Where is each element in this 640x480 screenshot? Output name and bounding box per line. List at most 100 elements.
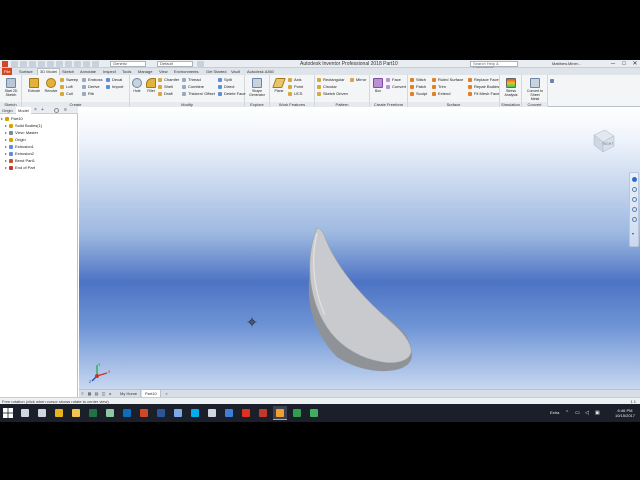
ucs-button[interactable]: UCS [288, 90, 302, 97]
tab-autodesk-a360[interactable]: Autodesk A360 [245, 68, 276, 75]
stitch-button[interactable]: Stitch [410, 76, 426, 83]
next-window-icon[interactable]: ▸ [107, 390, 114, 397]
cascade-icon[interactable]: ▤ [93, 390, 100, 397]
tab-inspect[interactable]: Inspect [101, 68, 118, 75]
import-button[interactable]: Import [106, 83, 123, 90]
orbit-icon[interactable] [632, 207, 637, 212]
browser-close-icon[interactable]: × [34, 107, 37, 114]
tray-text[interactable]: Extra [550, 404, 559, 422]
ribbon-display-toggle[interactable] [550, 76, 554, 83]
taskbar-chrome-button[interactable] [52, 406, 66, 420]
taskbar-photos-button[interactable] [103, 406, 117, 420]
tab-tools[interactable]: Tools [120, 68, 133, 75]
graphics-viewport[interactable]: RIGHT ▾ Y X Z [79, 107, 640, 389]
tab-manage[interactable]: Manage [136, 68, 154, 75]
taskbar-task-view-button[interactable] [35, 406, 49, 420]
measure-icon[interactable] [92, 61, 99, 67]
ruled-surface-button[interactable]: Ruled Surface [432, 76, 463, 83]
taskbar-outlook-button[interactable] [120, 406, 134, 420]
stress-analysis-button[interactable]: Stress Analysis [502, 77, 520, 99]
extend-button[interactable]: Extend [432, 90, 450, 97]
face-button[interactable]: Face [386, 76, 401, 83]
close-button[interactable]: ✕ [630, 60, 640, 68]
box-button[interactable]: Box [369, 77, 387, 99]
tree-expand-icon[interactable]: ▸ [5, 157, 7, 164]
taskbar-acrobat-button[interactable] [239, 406, 253, 420]
inventor-app-icon[interactable] [2, 61, 8, 67]
tab-3d-model[interactable]: 3D Model [37, 68, 61, 75]
loft-button[interactable]: Loft [60, 83, 73, 90]
convert-freeform-button[interactable]: Convert [386, 83, 406, 90]
tree-node[interactable]: ▸ End of Part [1, 164, 77, 171]
combine-button[interactable]: Combine [182, 83, 204, 90]
chamfer-button[interactable]: Chamfer [158, 76, 179, 83]
taskbar-search-button[interactable] [18, 406, 32, 420]
sketch-driven-pattern-button[interactable]: Sketch Driven [317, 90, 348, 97]
axis-button[interactable]: Axis [288, 76, 302, 83]
tree-expand-icon[interactable]: ▸ [5, 143, 7, 150]
tree-expand-icon[interactable]: ▸ [1, 115, 3, 122]
circular-pattern-button[interactable]: Circular [317, 83, 337, 90]
undo-icon[interactable] [38, 61, 45, 67]
taskbar-clock[interactable]: 6:46 PM 10/15/2017 [612, 408, 638, 418]
browser-menu-icon[interactable]: ≡ [64, 107, 67, 114]
fit-mesh-face-button[interactable]: Fit Mesh Face [468, 90, 499, 97]
repair-bodies-button[interactable]: Repair Bodies [468, 83, 499, 90]
direct-button[interactable]: Direct [218, 83, 234, 90]
taskbar-solidworks-button[interactable] [222, 406, 236, 420]
tree-expand-icon[interactable]: ▸ [5, 136, 7, 143]
thread-button[interactable]: Thread [182, 76, 201, 83]
tab-sketch[interactable]: Sketch [60, 68, 76, 75]
language-icon[interactable]: ▣ [595, 404, 600, 422]
tree-node[interactable]: ▸ Solid Bodies(1) [1, 122, 77, 129]
coil-button[interactable]: Coil [60, 90, 73, 97]
extrude-button[interactable]: Extrude [25, 77, 43, 99]
update-icon[interactable] [65, 61, 72, 67]
search-help-input[interactable]: Search Help & Commands... [470, 61, 518, 70]
redo-icon[interactable] [47, 61, 54, 67]
delete-face-button[interactable]: Delete Face [218, 90, 246, 97]
tree-node[interactable]: ▸ View: Master [1, 129, 77, 136]
appearance-combo[interactable]: Default [157, 61, 193, 67]
doc-tab-my-home[interactable]: My Home [117, 390, 142, 397]
user-account[interactable]: Matthew.Miner... [552, 61, 581, 67]
tab-annotate[interactable]: Annotate [78, 68, 98, 75]
emboss-button[interactable]: Emboss [82, 76, 102, 83]
taskbar-excel-button[interactable] [86, 406, 100, 420]
tab-view[interactable]: View [157, 68, 170, 75]
trim-button[interactable]: Trim [432, 83, 446, 90]
save-icon[interactable] [29, 61, 36, 67]
draft-button[interactable]: Draft [158, 90, 173, 97]
point-button[interactable]: Point [288, 83, 303, 90]
zoom-icon[interactable] [632, 197, 637, 202]
shell-button[interactable]: Shell [158, 83, 173, 90]
replace-face-button[interactable]: Replace Face [468, 76, 499, 83]
fx-icon[interactable] [197, 61, 204, 67]
taskbar-onenote-button[interactable] [171, 406, 185, 420]
browser-add-icon[interactable]: + [41, 107, 44, 114]
tab-get-started[interactable]: Get Started [204, 68, 228, 75]
taskbar-camtasia-recorder-button[interactable] [307, 406, 321, 420]
derive-button[interactable]: Derive [82, 83, 100, 90]
color-override-icon[interactable] [83, 61, 90, 67]
split-button[interactable]: Split [218, 76, 232, 83]
tree-node[interactable]: ▸ Extrusion2 [1, 150, 77, 157]
convert-to-sheet-metal-button[interactable]: Convert to Sheet Metal [526, 77, 544, 101]
taskbar-autocad-button[interactable] [256, 406, 270, 420]
tree-expand-icon[interactable]: ▸ [5, 164, 7, 171]
material-combo[interactable]: Generic [110, 61, 146, 67]
home-icon[interactable] [56, 61, 63, 67]
taskbar-file-explorer-button[interactable] [69, 406, 83, 420]
volume-icon[interactable]: ◁ [585, 404, 589, 422]
tree-node[interactable]: ▸ Part10 [1, 115, 77, 122]
doc-tab-close-icon[interactable]: × [163, 390, 170, 397]
taskbar-mail-button[interactable] [205, 406, 219, 420]
tray-chevron-icon[interactable]: ⌃ [565, 404, 569, 422]
select-icon[interactable] [74, 61, 81, 67]
tree-node[interactable]: ▸ Bend Part1 [1, 157, 77, 164]
tabs-menu-icon[interactable]: ≡ [79, 390, 86, 397]
look-at-icon[interactable] [632, 217, 637, 222]
taskbar-inventor-button[interactable] [273, 406, 287, 420]
sculpt-button[interactable]: Sculpt [410, 90, 427, 97]
tab-vault[interactable]: Vault [229, 68, 242, 75]
